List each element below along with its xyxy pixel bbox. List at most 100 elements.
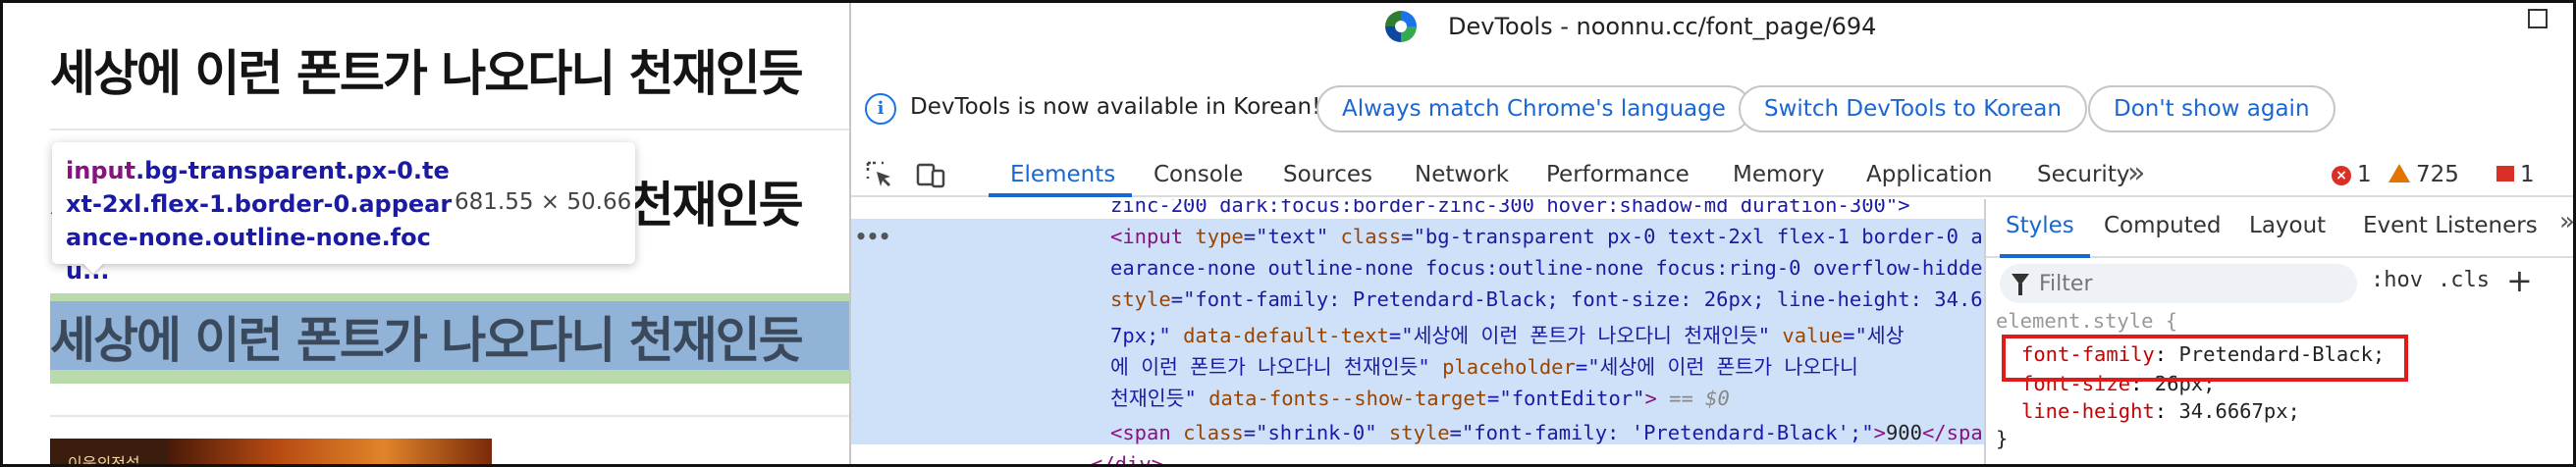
css-declaration[interactable]: line-height: 34.6667px; bbox=[2021, 399, 2300, 423]
dom-line[interactable]: 천재인듯" data-fonts--show-target="fontEdito… bbox=[1110, 382, 1730, 411]
active-tab-indicator bbox=[2000, 254, 2090, 258]
issues-icon bbox=[2496, 166, 2514, 182]
filter-input[interactable] bbox=[2039, 270, 2343, 297]
css-property: line-height bbox=[2021, 399, 2155, 423]
tab-layout[interactable]: Layout bbox=[2249, 213, 2326, 238]
font-preview-input[interactable]: 세상에 이런 폰트가 나오다니 천재인듯 bbox=[50, 301, 804, 372]
tab-application[interactable]: Application bbox=[1866, 162, 1993, 187]
warning-icon bbox=[2388, 164, 2410, 182]
dom-value: "fontEditor" bbox=[1499, 387, 1645, 410]
dom-tag: <span bbox=[1110, 421, 1171, 444]
switch-to-korean-button[interactable]: Switch DevTools to Korean bbox=[1739, 85, 2087, 132]
more-tabs-icon[interactable]: » bbox=[2127, 156, 2145, 190]
error-count: 1 bbox=[2357, 162, 2372, 187]
tooltip-dimensions: 681.55 × 50.66 bbox=[455, 189, 632, 215]
error-icon: × bbox=[2332, 166, 2351, 185]
dom-value: "shrink-0" bbox=[1256, 421, 1377, 444]
active-tab-indicator bbox=[989, 193, 1132, 197]
tab-network[interactable]: Network bbox=[1415, 162, 1509, 187]
filter-icon bbox=[2012, 274, 2029, 295]
red-highlight-annotation bbox=[2002, 335, 2408, 382]
dom-attr: type bbox=[1195, 225, 1244, 248]
warning-count-badge[interactable]: 725 bbox=[2388, 162, 2459, 187]
dom-value: "세상 bbox=[1854, 324, 1905, 347]
devtools-window: DevTools - noonnu.cc/font_page/694 i Dev… bbox=[849, 3, 2573, 467]
add-rule-icon[interactable]: + bbox=[2506, 262, 2533, 299]
rule-selector: element.style { bbox=[1996, 309, 2178, 333]
styles-sidebar: Styles Computed Layout Event Listeners »… bbox=[1984, 199, 2573, 464]
more-sidebar-tabs-icon[interactable]: » bbox=[2559, 207, 2573, 236]
tab-performance[interactable]: Performance bbox=[1546, 162, 1690, 187]
inspect-tooltip: input.bg-transparent.px-0.text-2xl.flex-… bbox=[52, 142, 635, 285]
dom-line[interactable]: <span class="shrink-0" style="font-famil… bbox=[1110, 421, 1984, 444]
dom-text: zinc-200 dark:focus:border-zinc-300 hove… bbox=[1110, 199, 1910, 217]
dom-console-ref: == $0 bbox=[1669, 387, 1730, 410]
dom-value: 에 이런 폰트가 나오다니 천재인듯" bbox=[1110, 355, 1430, 379]
dom-attr: placeholder bbox=[1442, 355, 1576, 379]
dom-attr: style bbox=[1110, 287, 1171, 311]
node-actions-icon[interactable]: ••• bbox=[855, 225, 890, 248]
dom-value: 7px;" bbox=[1110, 324, 1171, 347]
dom-value: earance-none outline-none focus:outline-… bbox=[1110, 256, 1984, 280]
tab-memory[interactable]: Memory bbox=[1733, 162, 1825, 187]
tab-security[interactable]: Security bbox=[2037, 162, 2129, 187]
elements-dom-tree: ••• zinc-200 dark:focus:border-zinc-300 … bbox=[851, 199, 1984, 467]
dom-tag: > bbox=[1873, 421, 1886, 444]
tab-styles[interactable]: Styles bbox=[2006, 213, 2074, 238]
dom-attr: data-default-text bbox=[1183, 324, 1389, 347]
tooltip-arrow bbox=[81, 262, 105, 274]
dom-line[interactable]: style="font-family: Pretendard-Black; fo… bbox=[1110, 287, 1984, 311]
warning-count: 725 bbox=[2416, 162, 2459, 187]
dom-line[interactable]: <input type="text" class="bg-transparent… bbox=[1110, 225, 1984, 248]
dom-value: "세상에 이런 폰트가 나오다니 천재인듯" bbox=[1401, 324, 1771, 347]
tab-event-listeners[interactable]: Event Listeners bbox=[2363, 213, 2538, 238]
device-toolbar-icon[interactable] bbox=[916, 160, 945, 189]
page-heading: 세상에 이런 폰트가 나오다니 천재인듯 bbox=[50, 45, 804, 102]
maximize-icon[interactable] bbox=[2528, 9, 2548, 28]
dom-tag: > bbox=[1644, 387, 1657, 410]
info-icon: i bbox=[865, 93, 896, 125]
dom-tag: </div> bbox=[1091, 452, 1164, 467]
font-thumbnail[interactable]: 이웃의전설 bbox=[50, 439, 492, 467]
thumbnail-art bbox=[168, 439, 492, 464]
dont-show-again-button[interactable]: Don't show again bbox=[2088, 85, 2335, 132]
divider bbox=[50, 129, 849, 130]
infobar-message: DevTools is now available in Korean! bbox=[910, 94, 1321, 120]
hover-state-toggle[interactable]: :hov bbox=[2371, 268, 2423, 292]
dom-value: 천재인듯" bbox=[1110, 387, 1197, 410]
tab-console[interactable]: Console bbox=[1154, 162, 1243, 187]
dom-value: "bg-transparent px-0 text-2xl flex-1 bor… bbox=[1413, 225, 1984, 248]
issues-count-badge[interactable]: 1 bbox=[2496, 162, 2535, 187]
tooltip-selector: input.bg-transparent.px-0.text-2xl.flex-… bbox=[66, 154, 455, 287]
error-count-badge[interactable]: × 1 bbox=[2332, 162, 2372, 187]
dom-attr: class bbox=[1183, 421, 1244, 444]
dom-line[interactable]: 7px;" data-default-text="세상에 이런 폰트가 나오다니… bbox=[1110, 319, 1905, 348]
language-infobar: i DevTools is now available in Korean! A… bbox=[851, 72, 2573, 146]
tab-elements[interactable]: Elements bbox=[1010, 162, 1115, 187]
dom-line[interactable]: earance-none outline-none focus:outline-… bbox=[1110, 256, 1984, 280]
class-toggle[interactable]: .cls bbox=[2438, 268, 2490, 292]
devtools-tab-bar: Elements Console Sources Network Perform… bbox=[851, 152, 2573, 197]
tab-computed[interactable]: Computed bbox=[2104, 213, 2221, 238]
window-title: DevTools - noonnu.cc/font_page/694 bbox=[1448, 13, 1877, 40]
inspect-element-icon[interactable] bbox=[865, 160, 894, 189]
web-page: 세상에 이런 폰트가 나오다니 천재인듯 세상에 이런 폰트가 나오다니 천재인… bbox=[3, 3, 849, 467]
always-match-language-button[interactable]: Always match Chrome's language bbox=[1316, 85, 1751, 132]
dom-line: zinc-200 dark:focus:border-zinc-300 hove… bbox=[1110, 199, 1910, 217]
dom-line[interactable]: </div> bbox=[1091, 452, 1164, 467]
tab-sources[interactable]: Sources bbox=[1283, 162, 1372, 187]
divider bbox=[50, 415, 849, 417]
styles-filter[interactable] bbox=[2000, 264, 2357, 303]
rule-close: } bbox=[1996, 427, 2009, 450]
dom-attr: value bbox=[1782, 324, 1844, 347]
sidebar-tab-bar: Styles Computed Layout Event Listeners » bbox=[1986, 199, 2573, 258]
screenshot-frame: 세상에 이런 폰트가 나오다니 천재인듯 세상에 이런 폰트가 나오다니 천재인… bbox=[0, 0, 2576, 467]
dom-attr: class bbox=[1340, 225, 1402, 248]
dom-value: "세상에 이런 폰트가 나오다니 bbox=[1587, 355, 1858, 379]
tooltip-tag: input bbox=[66, 157, 136, 184]
dom-value: "font-family: 'Pretendard-Black';" bbox=[1461, 421, 1874, 444]
dom-line[interactable]: 에 이런 폰트가 나오다니 천재인듯" placeholder="세상에 이런 … bbox=[1110, 350, 1858, 380]
thumbnail-label: 이웃의전설 bbox=[68, 454, 140, 467]
dom-attr: style bbox=[1388, 421, 1450, 444]
dom-text: 900 bbox=[1885, 421, 1922, 444]
